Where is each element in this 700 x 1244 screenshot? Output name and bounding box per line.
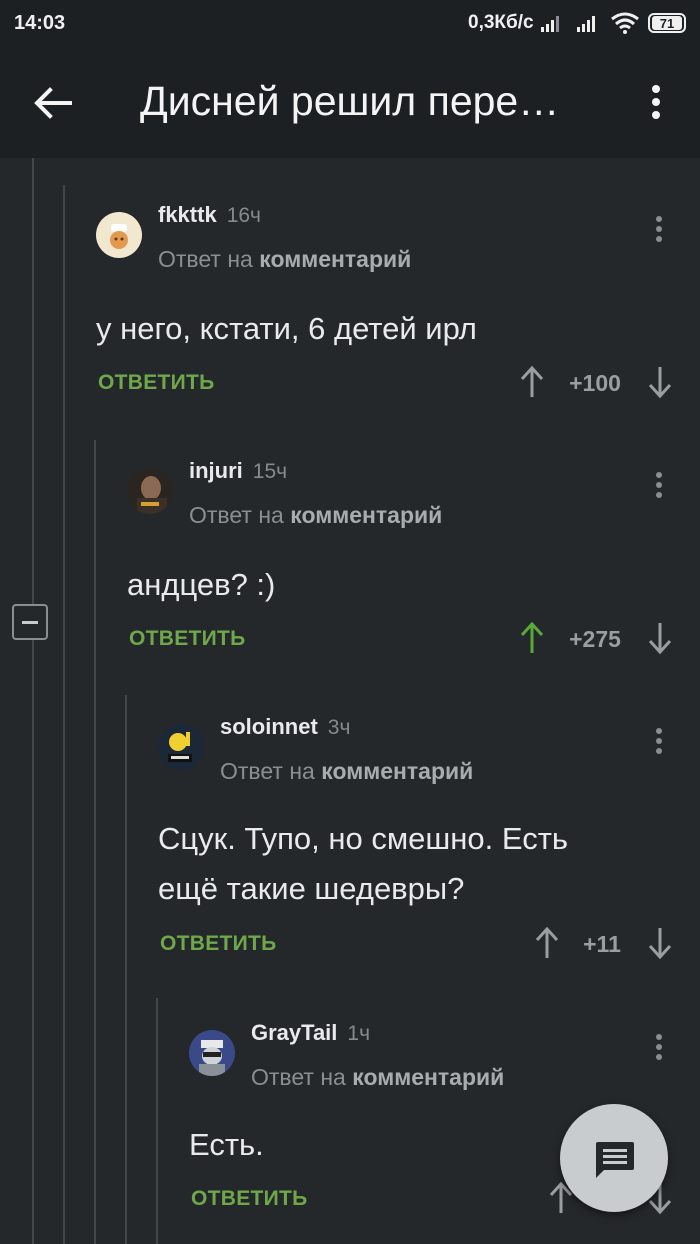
arrow-down-icon[interactable] — [648, 926, 672, 960]
app-bar: Дисней решил пере… — [0, 48, 700, 158]
comment-text: андцев? :) — [127, 567, 276, 602]
reply-to-line: Ответ на комментарий — [251, 1064, 505, 1090]
username[interactable]: fkkttk 16ч — [158, 202, 261, 228]
signal-icon-2 — [577, 16, 595, 32]
reply-to-line: Ответ на комментарий — [189, 502, 443, 528]
comment-menu-icon[interactable] — [653, 216, 665, 246]
avatar[interactable] — [158, 724, 204, 770]
back-arrow-icon[interactable] — [30, 80, 76, 126]
username[interactable]: soloinnet 3ч — [220, 714, 350, 740]
comment-menu-icon[interactable] — [653, 728, 665, 758]
arrow-up-icon[interactable] — [520, 365, 544, 399]
status-bar: 14:03 0,3Кб/с 71 — [0, 0, 700, 48]
more-vert-icon[interactable] — [642, 82, 670, 122]
comment: injuri 15ч Ответ на комментарий андцев? :… — [127, 454, 676, 664]
reply-button[interactable]: ОТВЕТИТЬ — [129, 627, 246, 651]
reply-button[interactable]: ОТВЕТИТЬ — [191, 1187, 308, 1211]
comment-menu-icon[interactable] — [653, 472, 665, 502]
avatar[interactable] — [96, 212, 142, 258]
reply-to-link[interactable]: комментарий — [321, 758, 473, 784]
avatar[interactable] — [189, 1030, 235, 1076]
comment-score: +100 — [569, 370, 621, 396]
arrow-down-icon[interactable] — [648, 365, 672, 399]
comment-text: Сцук. Тупо, но смешно. Есть ещё такие ше… — [158, 821, 569, 906]
chat-icon — [596, 1142, 634, 1178]
comment: fkkttk 16ч Ответ на комментарий у него, к… — [96, 198, 676, 408]
username[interactable]: injuri 15ч — [189, 458, 287, 484]
page-title: Дисней решил пере… — [140, 78, 560, 124]
comment-fab-button[interactable] — [560, 1104, 668, 1212]
battery-level: 71 — [652, 16, 682, 31]
comment-time: 16ч — [226, 204, 261, 227]
avatar[interactable] — [127, 468, 173, 514]
thread-line — [156, 998, 158, 1244]
comment-score: +11 — [583, 931, 621, 957]
thread-line — [32, 158, 34, 1244]
comment-text: у него, кстати, 6 детей ирл — [96, 311, 477, 346]
username[interactable]: GrayTail 1ч — [251, 1020, 370, 1046]
thread-line — [125, 695, 127, 1244]
status-time: 14:03 — [14, 12, 66, 34]
reply-to-link[interactable]: комментарий — [352, 1064, 504, 1090]
arrow-down-icon[interactable] — [648, 621, 672, 655]
network-speed: 0,3Кб/с — [468, 12, 534, 33]
reply-button[interactable]: ОТВЕТИТЬ — [98, 371, 215, 395]
comment-score: +275 — [569, 626, 621, 652]
thread-line — [94, 440, 96, 1244]
reply-to-link[interactable]: комментарий — [290, 502, 442, 528]
comment-time: 3ч — [327, 716, 351, 739]
comment-time: 1ч — [347, 1022, 371, 1045]
battery-icon: 71 — [648, 13, 686, 33]
reply-button[interactable]: ОТВЕТИТЬ — [160, 932, 277, 956]
reply-to-link[interactable]: комментарий — [259, 246, 411, 272]
thread-line — [63, 185, 65, 1244]
comment-menu-icon[interactable] — [653, 1034, 665, 1064]
comment-text: Есть. — [189, 1127, 264, 1162]
arrow-up-icon[interactable] — [535, 926, 559, 960]
wifi-icon — [611, 12, 639, 34]
comment: soloinnet 3ч Ответ на комментарий Сцук. Т… — [158, 710, 676, 970]
arrow-up-icon[interactable] — [520, 621, 544, 655]
reply-to-line: Ответ на комментарий — [158, 246, 412, 272]
signal-icon — [541, 16, 559, 32]
comment-time: 15ч — [252, 460, 288, 483]
collapse-thread-button[interactable] — [12, 604, 48, 640]
reply-to-line: Ответ на комментарий — [220, 758, 474, 784]
